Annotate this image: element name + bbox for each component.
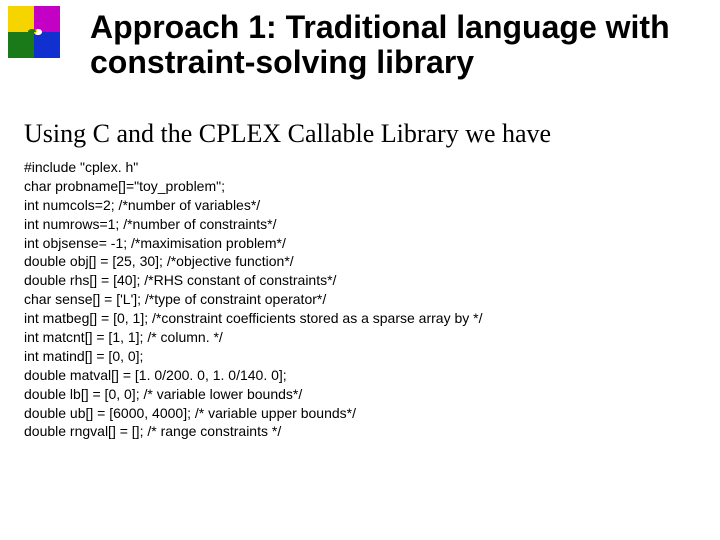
code-line: double obj[] = [25, 30]; /*objective fun… bbox=[24, 252, 704, 271]
code-line: #include "cplex. h" bbox=[24, 158, 704, 177]
code-line: double rhs[] = [40]; /*RHS constant of c… bbox=[24, 271, 704, 290]
code-line: int matind[] = [0, 0]; bbox=[24, 347, 704, 366]
code-line: char sense[] = ['L']; /*type of constrai… bbox=[24, 290, 704, 309]
code-line: int matcnt[] = [1, 1]; /* column. */ bbox=[24, 328, 704, 347]
slide: Approach 1: Traditional language with co… bbox=[0, 0, 720, 540]
code-line: int objsense= -1; /*maximisation problem… bbox=[24, 234, 704, 253]
code-line: int matbeg[] = [0, 1]; /*constraint coef… bbox=[24, 309, 704, 328]
slide-subtitle: Using C and the CPLEX Callable Library w… bbox=[24, 120, 704, 149]
code-listing: #include "cplex. h"char probname[]="toy_… bbox=[24, 158, 704, 441]
code-line: double lb[] = [0, 0]; /* variable lower … bbox=[24, 385, 704, 404]
code-line: int numrows=1; /*number of constraints*/ bbox=[24, 215, 704, 234]
code-line: double ub[] = [6000, 4000]; /* variable … bbox=[24, 404, 704, 423]
code-line: double matval[] = [1. 0/200. 0, 1. 0/140… bbox=[24, 366, 704, 385]
slide-title: Approach 1: Traditional language with co… bbox=[90, 10, 700, 79]
code-line: int numcols=2; /*number of variables*/ bbox=[24, 196, 704, 215]
code-line: double rngval[] = []; /* range constrain… bbox=[24, 422, 704, 441]
code-line: char probname[]="toy_problem"; bbox=[24, 177, 704, 196]
puzzle-logo-icon bbox=[8, 6, 60, 58]
